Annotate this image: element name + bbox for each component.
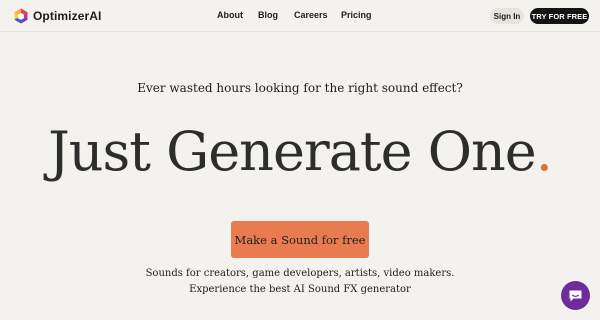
hero-subheading: Ever wasted hours looking for the right … (137, 81, 463, 95)
top-navbar: OptimizerAI About Blog Careers Pricing S… (0, 0, 600, 32)
chat-widget-button[interactable] (561, 281, 590, 310)
nav-link-blog[interactable]: Blog (258, 10, 278, 20)
make-a-sound-button[interactable]: Make a Sound for free (231, 221, 369, 258)
sign-in-button[interactable]: Sign In (490, 8, 524, 24)
nav-link-careers[interactable]: Careers (294, 10, 328, 20)
nav-link-pricing[interactable]: Pricing (341, 10, 372, 20)
hero-headline-dot: . (535, 120, 553, 183)
hero-headline: Just Generate One. (0, 119, 600, 185)
hero-description-line2: Experience the best AI Sound FX generato… (189, 284, 411, 295)
hero-description-line1: Sounds for creators, game developers, ar… (145, 268, 455, 279)
hero-headline-text: Just Generate One (48, 120, 537, 183)
chat-bubble-icon (569, 290, 582, 301)
try-for-free-button[interactable]: TRY FOR FREE (530, 8, 589, 24)
nav-link-about[interactable]: About (217, 10, 243, 20)
